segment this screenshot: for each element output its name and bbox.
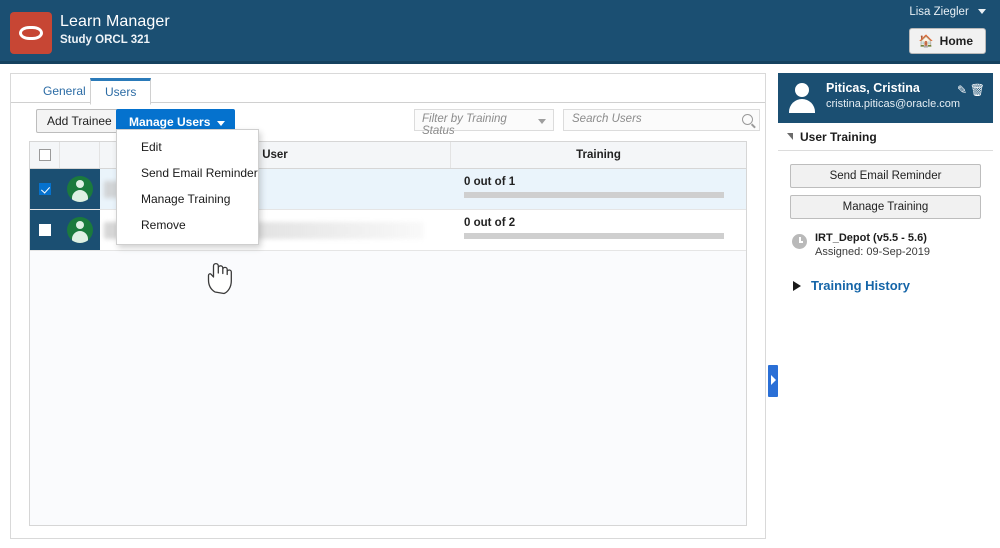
row-select-cell bbox=[30, 210, 60, 250]
training-history-toggle[interactable]: Training History bbox=[790, 278, 981, 293]
content-card: General Users Add Trainee Manage Users F… bbox=[10, 73, 766, 539]
app-subtitle: Study ORCL 321 bbox=[60, 34, 150, 46]
chevron-down-icon bbox=[217, 121, 226, 126]
row-training-cell: 0 out of 1 bbox=[451, 169, 746, 209]
training-progress-bar bbox=[464, 233, 724, 239]
row-checkbox[interactable] bbox=[39, 183, 51, 195]
menu-item-send-email-reminder[interactable]: Send Email Reminder bbox=[117, 160, 258, 186]
filter-select-value: Filter by Training Status bbox=[422, 113, 507, 137]
search-icon[interactable] bbox=[742, 114, 753, 125]
row-avatar-cell bbox=[60, 210, 100, 250]
user-training-section-header[interactable]: User Training bbox=[778, 123, 993, 151]
assigned-course-item: IRT_Depot (v5.5 - 5.6) Assigned: 09-Sep-… bbox=[790, 232, 981, 258]
select-all-checkbox[interactable] bbox=[38, 149, 51, 161]
chevron-down-icon bbox=[978, 9, 986, 15]
trash-icon[interactable]: 🗑 bbox=[970, 83, 985, 97]
menu-item-manage-training[interactable]: Manage Training bbox=[117, 186, 258, 212]
training-count-label: 0 out of 2 bbox=[464, 217, 516, 229]
filter-by-training-status-select[interactable]: Filter by Training Status bbox=[414, 109, 554, 137]
user-menu-label: Lisa Ziegler bbox=[909, 6, 969, 18]
chevron-down-icon bbox=[538, 119, 546, 124]
row-training-cell: 0 out of 2 bbox=[451, 210, 746, 250]
chevron-right-icon bbox=[771, 375, 776, 385]
person-name: Piticas, Cristina bbox=[826, 81, 920, 95]
collapse-triangle-icon bbox=[787, 133, 793, 140]
avatar bbox=[67, 176, 93, 202]
person-email: cristina.piticas@oracle.com bbox=[826, 98, 961, 110]
home-icon: 🏠 bbox=[918, 34, 934, 48]
course-title: IRT_Depot (v5.5 - 5.6) bbox=[815, 232, 927, 244]
column-header-training: Training bbox=[576, 149, 621, 161]
avatar-column-header bbox=[60, 142, 100, 168]
add-trainee-button[interactable]: Add Trainee bbox=[36, 109, 123, 133]
send-email-reminder-button[interactable]: Send Email Reminder bbox=[790, 164, 981, 188]
search-placeholder: Search Users bbox=[572, 113, 642, 125]
menu-item-edit[interactable]: Edit bbox=[117, 134, 258, 160]
page-body: General Users Add Trainee Manage Users F… bbox=[0, 67, 1000, 548]
course-assigned-date: Assigned: 09-Sep-2019 bbox=[815, 246, 930, 258]
tab-bar: General Users bbox=[11, 74, 765, 105]
manage-users-dropdown-menu: Edit Send Email Reminder Manage Training… bbox=[116, 129, 259, 245]
panel-header: Piticas, Cristina cristina.piticas@oracl… bbox=[778, 73, 993, 123]
panel-body: Send Email Reminder Manage Training IRT_… bbox=[778, 151, 993, 293]
tab-users[interactable]: Users bbox=[90, 78, 152, 105]
select-all-cell bbox=[30, 142, 60, 168]
person-avatar-icon bbox=[788, 83, 816, 113]
training-progress-bar bbox=[464, 192, 724, 198]
avatar bbox=[67, 217, 93, 243]
manage-training-button[interactable]: Manage Training bbox=[790, 195, 981, 219]
expand-triangle-icon bbox=[793, 280, 801, 291]
search-users-input[interactable]: Search Users bbox=[563, 109, 760, 131]
app-title: Learn Manager bbox=[60, 13, 170, 30]
row-select-cell bbox=[30, 169, 60, 209]
menu-item-remove[interactable]: Remove bbox=[117, 212, 258, 238]
manage-users-label: Manage Users bbox=[129, 115, 211, 129]
section-title: User Training bbox=[800, 129, 877, 144]
pencil-icon[interactable]: ✎ bbox=[957, 83, 967, 97]
training-history-label: Training History bbox=[811, 278, 910, 293]
row-checkbox[interactable] bbox=[39, 224, 51, 236]
app-header: Learn Manager Study ORCL 321 Lisa Ziegle… bbox=[0, 0, 1000, 64]
user-menu[interactable]: Lisa Ziegler bbox=[909, 6, 986, 18]
row-avatar-cell bbox=[60, 169, 100, 209]
home-button[interactable]: 🏠 Home bbox=[908, 28, 986, 54]
panel-toggle-handle[interactable] bbox=[768, 365, 778, 397]
user-detail-panel: Piticas, Cristina cristina.piticas@oracl… bbox=[778, 73, 993, 539]
home-button-label: Home bbox=[939, 34, 973, 48]
training-count-label: 0 out of 1 bbox=[464, 176, 516, 188]
oracle-logo-icon bbox=[10, 12, 52, 54]
clock-icon bbox=[792, 234, 807, 249]
